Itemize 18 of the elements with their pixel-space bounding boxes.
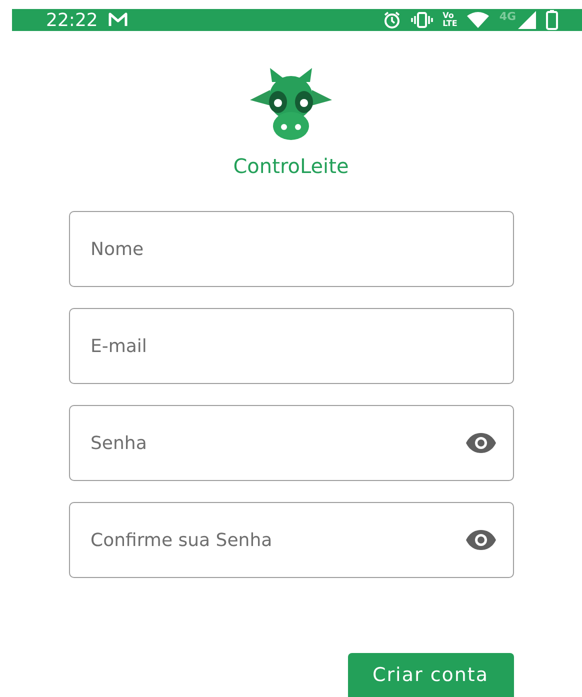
- create-account-button[interactable]: Criar conta: [348, 653, 514, 697]
- input-field[interactable]: Confirme sua Senha: [68, 502, 514, 578]
- status-time: 22:22: [46, 10, 98, 30]
- eye-icon[interactable]: [464, 529, 496, 551]
- app-title: ControLeite: [233, 154, 349, 178]
- volte-label: Vo: [442, 12, 455, 20]
- input-field[interactable]: Nome: [68, 211, 514, 287]
- input-field[interactable]: Senha: [68, 405, 514, 481]
- wifi-icon: [467, 12, 490, 28]
- alarm-icon: [382, 11, 401, 29]
- network-type: 4G: [499, 10, 516, 22]
- battery-icon: [546, 10, 558, 30]
- signal-icon: [518, 11, 536, 29]
- volte-label: LTE: [442, 20, 458, 28]
- vibrate-icon: [410, 12, 433, 28]
- eye-icon[interactable]: [464, 432, 496, 454]
- mail-icon: [108, 12, 128, 28]
- input-field[interactable]: E-mail: [68, 308, 514, 384]
